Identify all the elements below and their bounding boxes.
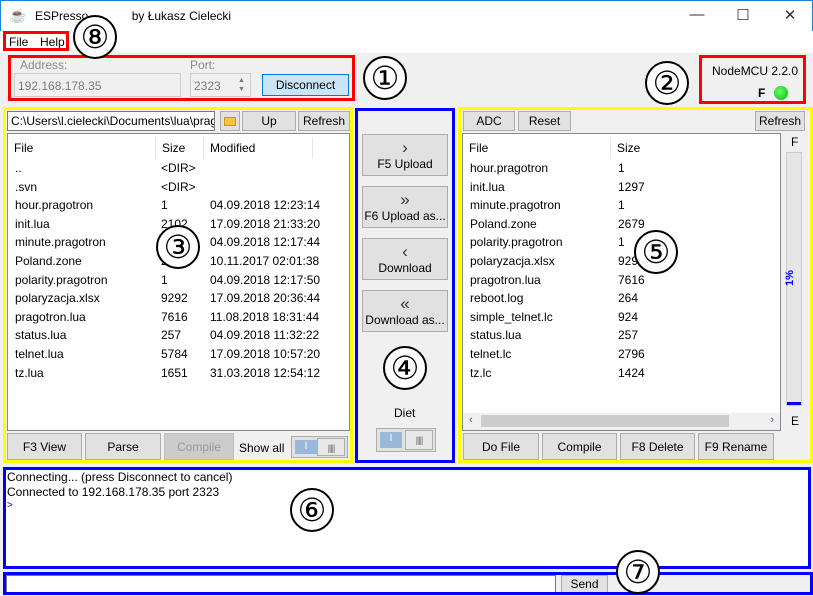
annotation-5: ⑤ <box>634 230 678 274</box>
annotation-box-connection <box>8 55 355 101</box>
annotation-8: ⑧ <box>73 15 117 59</box>
annotation-7: ⑦ <box>616 550 660 594</box>
annotation-4: ④ <box>383 346 427 390</box>
annotation-3: ③ <box>156 225 200 269</box>
minimize-button[interactable]: — <box>687 6 707 23</box>
annotation-2: ② <box>645 61 689 105</box>
annotation-box-command <box>3 572 813 595</box>
close-button[interactable]: ✕ <box>780 6 800 24</box>
annotation-box-remote <box>458 107 813 463</box>
annotation-box-console <box>3 467 811 569</box>
coffee-cup-icon: ☕ <box>9 7 27 23</box>
maximize-button[interactable]: ☐ <box>733 6 753 24</box>
annotation-1: ① <box>363 56 407 100</box>
annotation-box-menu <box>3 31 69 51</box>
annotation-box-transfer <box>355 108 455 463</box>
window-title: ESPresso by Łukasz Cielecki <box>35 9 232 23</box>
annotation-box-device <box>699 55 806 104</box>
annotation-6: ⑥ <box>290 488 334 532</box>
annotation-box-local <box>3 107 353 463</box>
menu-bar <box>0 31 813 53</box>
